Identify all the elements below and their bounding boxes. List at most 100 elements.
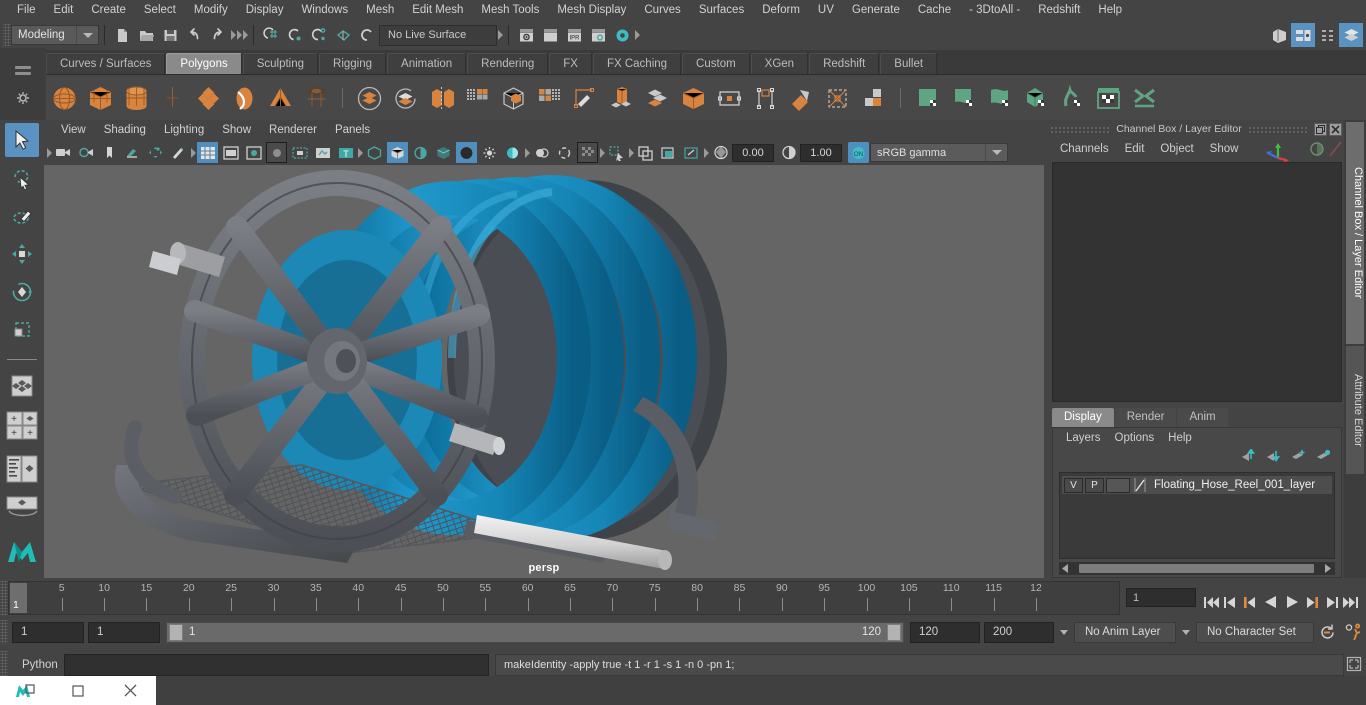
layer-list[interactable]: V P Floating_Hose_Reel_001_layer (1059, 472, 1335, 559)
tab-anim[interactable]: Anim (1177, 408, 1228, 427)
polygon-cone-icon[interactable] (155, 81, 189, 115)
shelf-tab-sculpting[interactable]: Sculpting (242, 53, 319, 74)
maya-restore-icon[interactable] (0, 676, 52, 705)
polygon-pyramid-icon[interactable] (263, 81, 297, 115)
isolate-select-icon[interactable] (635, 142, 656, 163)
shelf-tab-curves-surfaces[interactable]: Curves / Surfaces (46, 53, 166, 74)
viewport-display-icon[interactable] (681, 142, 702, 163)
xray-joints-icon[interactable]: T (335, 142, 356, 163)
chevron-down-icon[interactable] (985, 144, 1007, 161)
scroll-left-arrow-icon[interactable] (1062, 560, 1069, 578)
range-start-field[interactable]: 1 (88, 621, 160, 643)
channels-menu[interactable]: Channels (1052, 141, 1117, 157)
show-hide-attribute-editor-icon[interactable] (1291, 23, 1315, 47)
range-slider-gripper[interactable] (0, 620, 8, 644)
shelf-tab-xgen[interactable]: XGen (750, 53, 809, 74)
polygon-plane-icon[interactable] (227, 81, 261, 115)
multisample-aa-icon[interactable] (577, 142, 598, 163)
layer-visibility-toggle[interactable]: V (1064, 477, 1083, 493)
shelf-drag-handle[interactable] (15, 54, 31, 75)
animation-end-time-field[interactable]: 200 (984, 621, 1054, 643)
menu-modify[interactable]: Modify (185, 2, 237, 18)
polygon-pipe-icon[interactable] (299, 81, 333, 115)
command-line-gripper[interactable] (0, 650, 8, 679)
shadows-icon[interactable] (502, 142, 523, 163)
extract-icon[interactable] (424, 81, 458, 115)
select-tool[interactable] (5, 123, 39, 157)
shelf-tab-rigging[interactable]: Rigging (319, 53, 387, 74)
polygon-cylinder-icon[interactable] (119, 81, 153, 115)
menu-surfaces[interactable]: Surfaces (690, 2, 753, 18)
go-to-end-icon[interactable] (1341, 591, 1360, 613)
hypershade-icon[interactable] (610, 23, 634, 47)
open-scene-icon[interactable] (134, 23, 158, 47)
close-button[interactable] (1329, 122, 1342, 136)
gear-icon[interactable] (16, 91, 30, 110)
range-end-handle[interactable] (887, 623, 901, 641)
menu-3dtoall[interactable]: - 3DtoAll - (960, 2, 1029, 18)
append-polygon-icon[interactable] (712, 81, 746, 115)
menu-mesh-tools[interactable]: Mesh Tools (472, 2, 548, 18)
grid-toggle-icon[interactable] (197, 142, 218, 163)
smooth-icon[interactable] (532, 81, 566, 115)
render-sequence-icon[interactable] (538, 23, 562, 47)
status-line-gripper[interactable] (3, 24, 11, 46)
redo-icon[interactable] (206, 23, 230, 47)
maya-logo-icon[interactable] (5, 532, 39, 572)
tab-render[interactable]: Render (1114, 408, 1177, 427)
textured-icon[interactable] (456, 142, 477, 163)
two-d-pan-zoom-icon[interactable] (145, 142, 166, 163)
step-forward-frame-icon[interactable] (1303, 591, 1322, 613)
help-menu[interactable]: Help (1161, 430, 1199, 446)
rotate-tool[interactable] (5, 275, 39, 309)
scrollbar-thumb[interactable] (1079, 564, 1314, 573)
new-scene-icon[interactable] (110, 23, 134, 47)
paint-weights-icon[interactable] (1308, 140, 1326, 158)
bevel-icon[interactable] (640, 81, 674, 115)
menu-curves[interactable]: Curves (635, 2, 689, 18)
depth-of-field-icon[interactable] (606, 142, 627, 163)
layer-playback-toggle[interactable]: P (1085, 477, 1104, 493)
sculpt-grab-icon[interactable] (1055, 81, 1089, 115)
wireframe-icon[interactable] (364, 142, 385, 163)
range-start-handle[interactable] (169, 623, 183, 641)
live-surface-field[interactable]: No Live Surface (379, 24, 497, 46)
bookmark-icon[interactable] (99, 142, 120, 163)
polygon-torus-icon[interactable] (191, 81, 225, 115)
minimize-icon[interactable] (52, 676, 104, 705)
combine-icon[interactable] (352, 81, 386, 115)
menu-file[interactable]: File (8, 2, 45, 18)
menu-mesh-display[interactable]: Mesh Display (548, 2, 635, 18)
time-slider-track[interactable]: 1 5 10 15 20 25 30 35 40 45 50 55 60 65 70 75 80 85 90 95 1… (8, 581, 1120, 615)
snap-to-point-icon[interactable] (307, 23, 331, 47)
shelf-tab-bullet[interactable]: Bullet (880, 53, 938, 74)
menu-uv[interactable]: UV (809, 2, 843, 18)
viewport-menu-view[interactable]: View (52, 122, 95, 138)
menu-mesh[interactable]: Mesh (357, 2, 403, 18)
menu-windows[interactable]: Windows (292, 2, 357, 18)
move-tool[interactable] (5, 237, 39, 271)
play-forwards-icon[interactable] (1281, 591, 1303, 613)
gate-mask-icon[interactable] (266, 142, 287, 163)
grease-pencil-icon[interactable] (168, 142, 189, 163)
tab-display[interactable]: Display (1052, 408, 1114, 427)
polygon-sphere-icon[interactable] (47, 81, 81, 115)
polygon-cube-icon[interactable] (83, 81, 117, 115)
multi-cut-icon[interactable] (820, 81, 854, 115)
exposure-field[interactable]: 0.00 (732, 143, 774, 162)
step-back-frame-icon[interactable] (1240, 591, 1259, 613)
range-slider-track[interactable]: 1 120 (166, 621, 904, 643)
render-settings-icon[interactable] (586, 23, 610, 47)
shelf-tab-redshift[interactable]: Redshift (809, 53, 880, 74)
viewport-menu-lighting[interactable]: Lighting (155, 122, 213, 138)
shelf-tab-custom[interactable]: Custom (682, 53, 750, 74)
target-weld-icon[interactable] (856, 81, 890, 115)
options-menu[interactable]: Options (1108, 430, 1162, 446)
show-hide-modeling-toolkit-icon[interactable] (1267, 23, 1291, 47)
offset-edge-loop-icon[interactable] (784, 81, 818, 115)
resolution-gate-icon[interactable] (243, 142, 264, 163)
menu-edit[interactable]: Edit (45, 2, 83, 18)
mirror-geometry-icon[interactable] (460, 81, 494, 115)
vtab-channel-box-layer-editor[interactable]: Channel Box / Layer Editor (1346, 122, 1364, 344)
select-camera-icon[interactable] (53, 142, 74, 163)
